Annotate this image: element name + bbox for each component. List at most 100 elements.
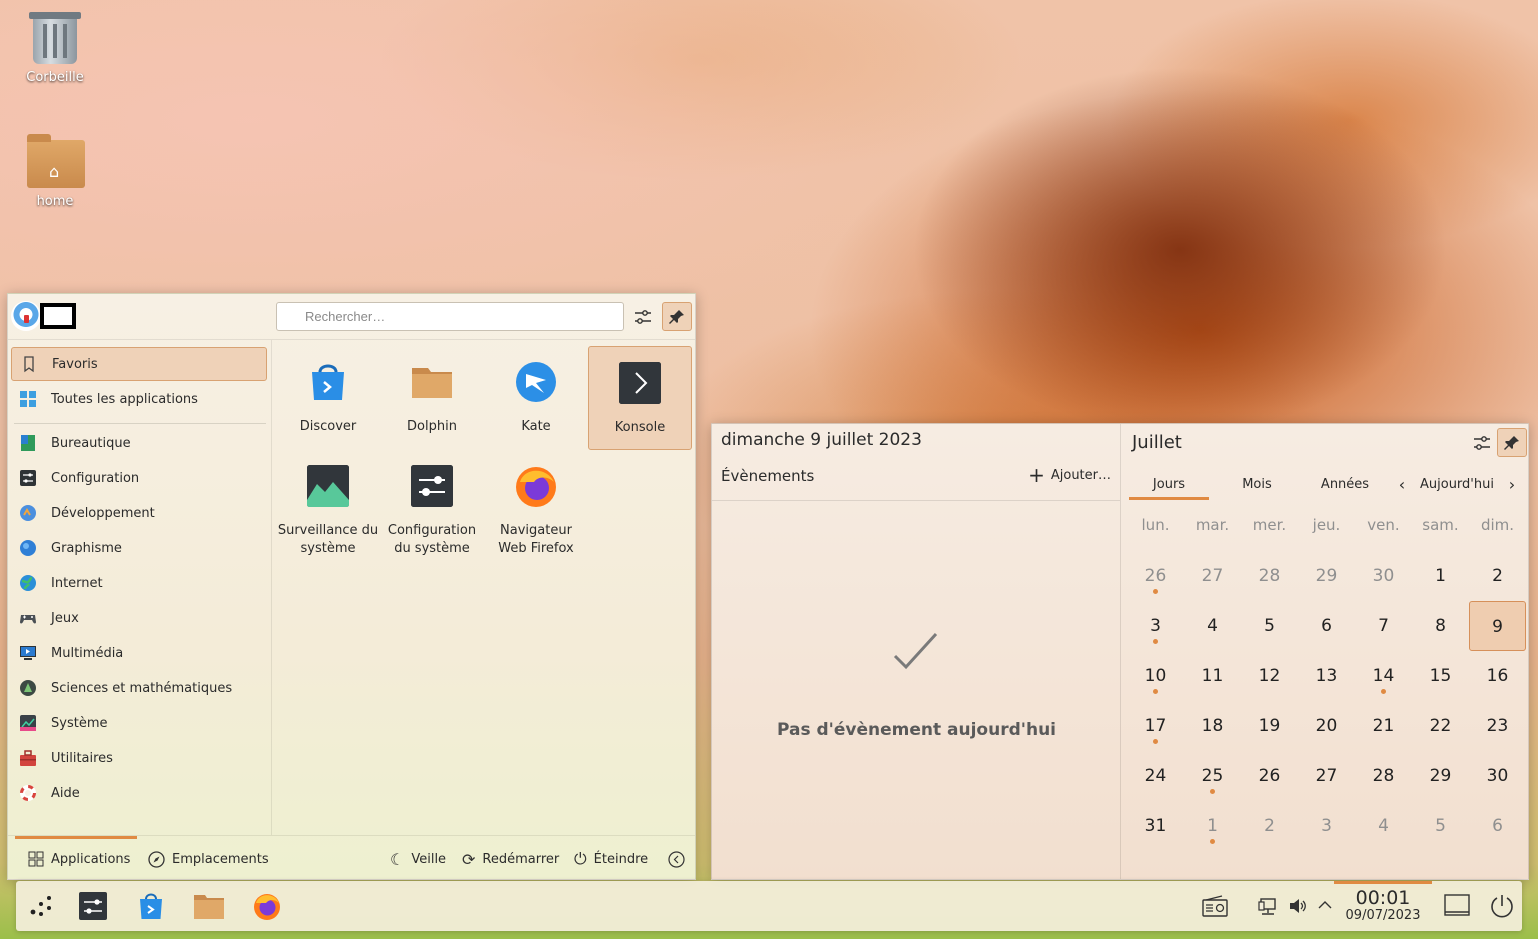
calendar-day[interactable]: 27 bbox=[1298, 751, 1355, 801]
desktop-icon-home[interactable]: ⌂ home bbox=[15, 134, 95, 209]
taskbar-system-settings[interactable] bbox=[68, 881, 118, 931]
digital-clock[interactable]: 00:01 09/07/2023 bbox=[1334, 881, 1432, 931]
taskbar-dolphin[interactable] bbox=[184, 881, 234, 931]
calendar-day[interactable]: 26 bbox=[1127, 551, 1184, 601]
calendar-day[interactable]: 8 bbox=[1412, 601, 1469, 651]
calendar-day[interactable]: 30 bbox=[1469, 751, 1526, 801]
tab-years[interactable]: Années bbox=[1305, 468, 1385, 500]
app-tile-dolphin[interactable]: Dolphin bbox=[380, 346, 484, 450]
app-tile-system-monitor[interactable]: Surveillance du système bbox=[276, 450, 380, 556]
pin-button[interactable] bbox=[662, 302, 692, 331]
sidebar-item-multimedia[interactable]: Multimédia bbox=[11, 636, 267, 670]
calendar-day[interactable]: 5 bbox=[1241, 601, 1298, 651]
calendar-day[interactable]: 24 bbox=[1127, 751, 1184, 801]
sidebar-item-graphisme[interactable]: Graphisme bbox=[11, 531, 267, 565]
app-tile-kate[interactable]: Kate bbox=[484, 346, 588, 450]
calendar-day[interactable]: 27 bbox=[1184, 551, 1241, 601]
sidebar-item-internet[interactable]: Internet bbox=[11, 566, 267, 600]
app-tile-system-settings[interactable]: Configuration du système bbox=[380, 450, 484, 556]
calendar-day[interactable]: 5 bbox=[1412, 801, 1469, 851]
calendar-day[interactable]: 12 bbox=[1241, 651, 1298, 701]
show-desktop-icon[interactable] bbox=[1444, 894, 1470, 918]
volume-icon[interactable] bbox=[1288, 897, 1308, 915]
calendar-day[interactable]: 7 bbox=[1355, 601, 1412, 651]
calendar-day-today[interactable]: 9 bbox=[1469, 601, 1526, 651]
calendar-day[interactable]: 16 bbox=[1469, 651, 1526, 701]
calendar-day[interactable]: 26 bbox=[1241, 751, 1298, 801]
restart-button[interactable]: ⟳ Redémarrer bbox=[462, 836, 559, 882]
power-icon[interactable] bbox=[1489, 893, 1515, 919]
calendar-day[interactable]: 2 bbox=[1241, 801, 1298, 851]
calendar-day[interactable]: 21 bbox=[1355, 701, 1412, 751]
taskbar-firefox[interactable] bbox=[242, 881, 292, 931]
sidebar-item-systeme[interactable]: Système bbox=[11, 706, 267, 740]
calendar-day[interactable]: 1 bbox=[1412, 551, 1469, 601]
calendar-day[interactable]: 20 bbox=[1298, 701, 1355, 751]
calendar-day[interactable]: 10 bbox=[1127, 651, 1184, 701]
sidebar-item-developpement[interactable]: Développement bbox=[11, 496, 267, 530]
tab-applications[interactable]: Applications bbox=[15, 836, 137, 882]
application-launcher-button[interactable] bbox=[16, 881, 66, 931]
calendar-pin-button[interactable] bbox=[1497, 428, 1527, 457]
desktop-icon-trash[interactable]: Corbeille bbox=[15, 10, 95, 85]
add-event-button[interactable]: + Ajouter… bbox=[1028, 465, 1111, 485]
calendar-day[interactable]: 3 bbox=[1127, 601, 1184, 651]
app-tile-firefox[interactable]: Navigateur Web Firefox bbox=[484, 450, 588, 556]
calendar-day[interactable]: 13 bbox=[1298, 651, 1355, 701]
taskbar-discover[interactable] bbox=[126, 881, 176, 931]
chevron-right-icon: › bbox=[1508, 474, 1516, 494]
sidebar-item-all-apps[interactable]: Toutes les applications bbox=[11, 382, 267, 416]
sidebar-item-sciences[interactable]: Sciences et mathématiques bbox=[11, 671, 267, 705]
tab-days[interactable]: Jours bbox=[1129, 468, 1209, 500]
calendar-day[interactable]: 4 bbox=[1184, 601, 1241, 651]
calendar-day[interactable]: 6 bbox=[1469, 801, 1526, 851]
calendar-day[interactable]: 6 bbox=[1298, 601, 1355, 651]
calendar-day[interactable]: 2 bbox=[1469, 551, 1526, 601]
calendar-day[interactable]: 25 bbox=[1184, 751, 1241, 801]
calendar-day-number: 31 bbox=[1144, 816, 1167, 836]
app-tile-konsole[interactable]: Konsole bbox=[588, 346, 692, 450]
calendar-day[interactable]: 15 bbox=[1412, 651, 1469, 701]
next-month-button[interactable]: › bbox=[1501, 468, 1523, 500]
sidebar-item-jeux[interactable]: Jeux bbox=[11, 601, 267, 635]
sidebar-item-utilitaires[interactable]: Utilitaires bbox=[11, 741, 267, 775]
tab-months[interactable]: Mois bbox=[1217, 468, 1297, 500]
calendar-day[interactable]: 22 bbox=[1412, 701, 1469, 751]
calendar-day[interactable]: 14 bbox=[1355, 651, 1412, 701]
configure-button[interactable] bbox=[628, 302, 658, 331]
sleep-button[interactable]: ☾ Veille bbox=[390, 836, 446, 882]
more-actions-button[interactable] bbox=[668, 836, 685, 882]
sidebar-item-bureautique[interactable]: Bureautique bbox=[11, 426, 267, 460]
sidebar-item-configuration[interactable]: Configuration bbox=[11, 461, 267, 495]
calendar-day[interactable]: 18 bbox=[1184, 701, 1241, 751]
calendar-day[interactable]: 1 bbox=[1184, 801, 1241, 851]
search-input[interactable] bbox=[276, 302, 624, 331]
avatar[interactable] bbox=[11, 301, 41, 331]
calendar-day-number: 3 bbox=[1321, 816, 1332, 836]
today-button[interactable]: Aujourd'hui bbox=[1417, 468, 1497, 500]
calendar-day[interactable]: 30 bbox=[1355, 551, 1412, 601]
calendar-day[interactable]: 31 bbox=[1127, 801, 1184, 851]
sidebar-item-aide[interactable]: Aide bbox=[11, 776, 267, 810]
expand-tray-icon[interactable] bbox=[1318, 900, 1332, 910]
calendar-day[interactable]: 17 bbox=[1127, 701, 1184, 751]
calendar-day[interactable]: 4 bbox=[1355, 801, 1412, 851]
media-player-icon[interactable] bbox=[1202, 895, 1228, 917]
calendar-day[interactable]: 28 bbox=[1355, 751, 1412, 801]
app-tile-discover[interactable]: Discover bbox=[276, 346, 380, 450]
settings-icon bbox=[20, 470, 36, 486]
calendar-configure-button[interactable] bbox=[1467, 428, 1497, 457]
calendar-day[interactable]: 23 bbox=[1469, 701, 1526, 751]
network-icon[interactable] bbox=[1258, 898, 1278, 916]
sidebar-item-favoris[interactable]: Favoris bbox=[11, 347, 267, 381]
previous-month-button[interactable]: ‹ bbox=[1391, 468, 1413, 500]
calendar-day-number: 27 bbox=[1201, 566, 1224, 586]
calendar-day[interactable]: 28 bbox=[1241, 551, 1298, 601]
calendar-day[interactable]: 29 bbox=[1412, 751, 1469, 801]
tab-emplacements[interactable]: Emplacements bbox=[148, 836, 269, 882]
shutdown-button[interactable]: ⏻ Éteindre bbox=[574, 836, 648, 882]
calendar-day[interactable]: 3 bbox=[1298, 801, 1355, 851]
calendar-day[interactable]: 11 bbox=[1184, 651, 1241, 701]
calendar-day[interactable]: 19 bbox=[1241, 701, 1298, 751]
calendar-day[interactable]: 29 bbox=[1298, 551, 1355, 601]
